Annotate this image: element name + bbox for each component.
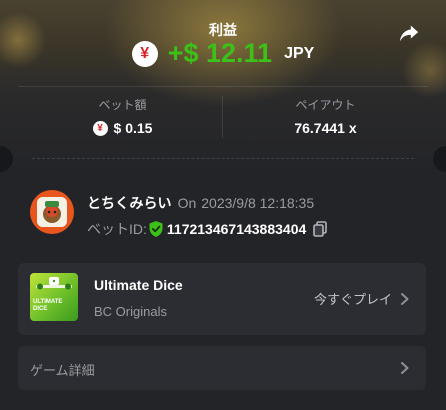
profit-row: ¥ +$ 12.11 JPY: [0, 38, 446, 69]
avatar[interactable]: [30, 190, 74, 234]
bet-id-row: ベットID: 117213467143883404: [87, 219, 328, 239]
game-thumbnail: ULTIMATE DICE: [30, 273, 78, 321]
player-info: とちくみらい On 2023/9/8 12:18:35: [87, 193, 314, 213]
game-thumbnail-text: ULTIMATE DICE: [33, 299, 63, 312]
bet-amount-stat: ベット額 ¥ $ 0.15: [20, 96, 225, 136]
bet-id-label: ベットID:: [87, 221, 147, 237]
chevron-right-icon: [401, 292, 409, 305]
play-now-label: 今すぐプレイ: [313, 292, 392, 307]
bet-amount-label: ベット額: [98, 98, 147, 112]
on-label: On: [177, 195, 197, 211]
copy-icon[interactable]: [312, 221, 328, 237]
profit-amount: +$ 12.11: [167, 38, 273, 68]
dice-thumbnail-icon: [36, 277, 72, 290]
avatar-image: [37, 197, 67, 227]
bet-id-value: 117213467143883404: [166, 221, 307, 237]
shield-check-icon: [149, 221, 163, 237]
bet-datetime: 2023/9/8 12:18:35: [201, 195, 315, 211]
payout-stat: ペイアウト 76.7441 x: [223, 96, 428, 136]
currency-code: JPY: [284, 44, 315, 62]
payout-value: 76.7441 x: [294, 120, 357, 136]
game-name: Ultimate Dice: [94, 277, 183, 293]
game-card[interactable]: ULTIMATE DICE Ultimate Dice BC Originals…: [18, 263, 426, 335]
bet-amount-value: $ 0.15: [113, 120, 153, 136]
bet-detail-card: 利益 ¥ +$ 12.11 JPY ベット額 ¥ $ 0.15 ペイアウト 76…: [0, 0, 446, 410]
profit-title: 利益: [209, 22, 237, 38]
chevron-right-icon: [401, 362, 409, 374]
yen-icon: ¥: [92, 120, 108, 136]
dashed-divider: [32, 158, 414, 159]
yen-icon: ¥: [131, 40, 158, 67]
play-now-button[interactable]: 今すぐプレイ: [314, 289, 410, 308]
avatar-art-icon: [37, 197, 67, 227]
divider: [18, 86, 428, 87]
game-details-label: ゲーム詳細: [30, 363, 95, 378]
game-provider: BC Originals: [94, 304, 167, 319]
username[interactable]: とちくみらい: [87, 193, 172, 213]
game-details-row[interactable]: ゲーム詳細: [18, 346, 426, 390]
payout-label: ペイアウト: [295, 98, 356, 112]
